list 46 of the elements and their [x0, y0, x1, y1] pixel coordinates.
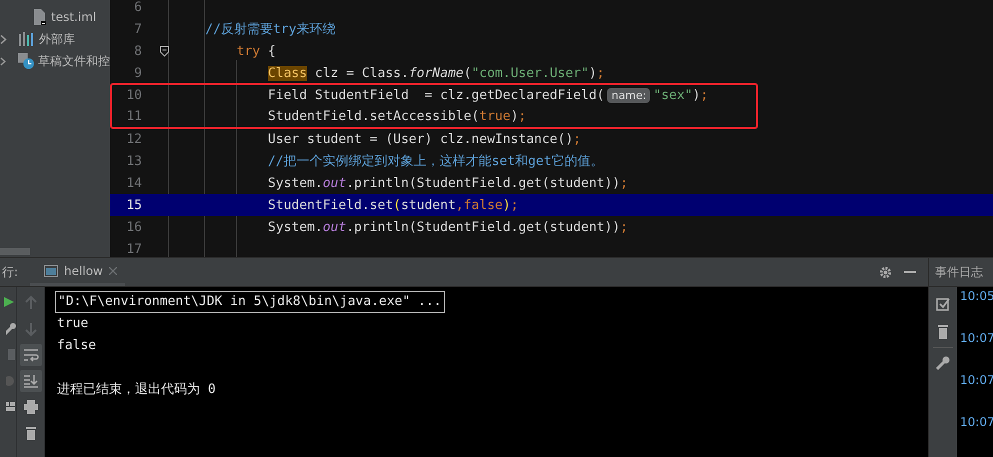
line-number: 9	[133, 66, 142, 80]
tree-item[interactable]: test.iml	[0, 6, 110, 28]
line-number: 17	[125, 242, 142, 256]
output-line: true	[57, 315, 88, 333]
soft-wrap-icon[interactable]	[20, 344, 42, 366]
code-line: try {	[236, 44, 276, 58]
scrollbar[interactable]	[0, 248, 30, 255]
output-line: false	[57, 337, 96, 355]
code-line: //反射需要try来环绕	[204, 21, 336, 38]
scratch-clock-icon	[18, 52, 34, 70]
minimize-icon[interactable]	[904, 270, 916, 274]
tree-item[interactable]: 草稿文件和控	[0, 50, 110, 72]
checkbox-icon[interactable]	[936, 297, 950, 311]
code-line: System.out.println(StudentField.get(student));	[266, 176, 628, 190]
code-line: //把一个实例绑定到对象上，这样才能set和get它的值。	[266, 153, 604, 170]
library-icon	[19, 32, 35, 46]
line-number: 6	[133, 0, 142, 14]
run-icon[interactable]	[4, 295, 16, 309]
tree-item[interactable]: 外部库	[0, 28, 110, 50]
file-icon	[34, 9, 47, 25]
scroll-to-end-icon[interactable]	[20, 370, 42, 392]
line-number: 13	[125, 154, 142, 168]
line-number: 10	[125, 88, 142, 103]
code-line: System.out.println(StudentField.get(student));	[266, 220, 628, 234]
layout-icon[interactable]	[6, 401, 16, 413]
panel-label: 行:	[2, 264, 18, 280]
line-number: 7	[133, 22, 142, 36]
code-line: User student = (User) clz.newInstance();	[266, 132, 581, 146]
line-number: 11	[125, 109, 142, 124]
fold-icon[interactable]	[160, 46, 168, 56]
trash-icon[interactable]	[937, 325, 949, 339]
line-number: 14	[125, 176, 142, 190]
code-line: Class clz = Class.forName("com.User.User");	[266, 66, 604, 80]
panel-title[interactable]: 事件日志	[935, 264, 983, 280]
output-line: 进程已结束，退出代码为 0	[57, 381, 216, 399]
line-number: 16	[125, 220, 142, 234]
line-number: 15	[125, 198, 142, 212]
wrench-icon[interactable]	[936, 356, 950, 370]
console-icon	[44, 264, 58, 276]
line-number: 12	[125, 132, 142, 146]
code-line: Field StudentField = clz.getDeclaredField( name: "sex");	[266, 88, 708, 103]
line-number: 8	[133, 44, 142, 58]
code-line: StudentField.setAccessible(true);	[266, 109, 526, 124]
settings-icon[interactable]	[879, 266, 892, 278]
code-line: StudentField.set(student,false);	[266, 198, 518, 212]
wrench-icon[interactable]	[6, 322, 16, 336]
